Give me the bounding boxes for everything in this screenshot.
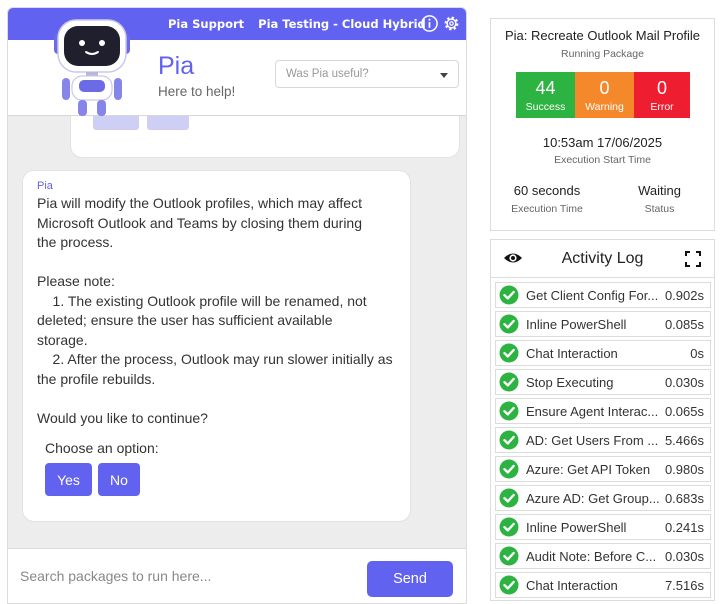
activity-log-item-name: Stop Executing: [526, 375, 614, 390]
error-label: Error: [650, 101, 674, 113]
check-circle-icon: [499, 343, 519, 363]
activity-log-item-name: Chat Interaction: [526, 346, 618, 361]
activity-log-item-time: 0.030s: [664, 375, 704, 390]
message-line: storage.: [37, 332, 88, 348]
error-count: 0: [656, 78, 667, 98]
message-line: Pia will modify the Outlook profiles, wh…: [37, 195, 362, 211]
success-count: 44: [535, 78, 556, 98]
message-sender: Pia: [37, 180, 53, 192]
activity-log-row[interactable]: Inline PowerShell 0.085s: [495, 311, 711, 337]
warning-count-box: 0 Warning: [575, 72, 634, 118]
message-line: the process.: [37, 234, 114, 250]
info-icon[interactable]: [420, 14, 439, 33]
check-circle-icon: [499, 517, 519, 537]
status-value: Waiting: [638, 183, 681, 198]
check-circle-icon: [499, 401, 519, 421]
activity-log-row[interactable]: Chat Interaction 0s: [495, 340, 711, 366]
activity-log-item-time: 7.516s: [664, 578, 704, 593]
activity-log-row[interactable]: Audit Note: Before C... 0.030s: [495, 543, 711, 569]
error-count-box: 0 Error: [634, 72, 690, 118]
success-count-box: 44 Success: [516, 72, 575, 118]
execution-time-label: Execution Time: [511, 203, 583, 215]
activity-log-row[interactable]: Ensure Agent Interac... 0.065s: [495, 398, 711, 424]
activity-log-item-time: 0.683s: [664, 491, 704, 506]
check-circle-icon: [499, 285, 519, 305]
activity-log-row[interactable]: Stop Executing 0.030s: [495, 369, 711, 395]
activity-log-item-name: Audit Note: Before C...: [526, 549, 657, 564]
check-circle-icon: [499, 488, 519, 508]
execution-time: 60 seconds: [513, 183, 581, 198]
activity-log-item-time: 0.902s: [664, 288, 704, 303]
check-circle-icon: [499, 459, 519, 479]
package-state: Running Package: [561, 48, 644, 60]
activity-log-item-time: 0.030s: [664, 549, 704, 564]
check-circle-icon: [499, 546, 519, 566]
assistant-message-bubble: Pia Pia will modify the Outlook profiles…: [22, 170, 411, 522]
activity-log-item-time: 0.980s: [664, 462, 704, 477]
previous-option-button[interactable]: [147, 116, 189, 130]
caret-down-icon: [440, 73, 448, 78]
status-label: Status: [644, 203, 675, 215]
activity-log-item-time: 5.466s: [664, 433, 704, 448]
tenant-link[interactable]: Pia Testing - Cloud Hybrid: [258, 17, 426, 31]
feedback-placeholder: Was Pia useful?: [286, 68, 369, 80]
message-line: Microsoft Outlook and Teams by closing t…: [37, 215, 363, 231]
previous-option-button[interactable]: [93, 116, 139, 130]
activity-log-row[interactable]: Chat Interaction 7.516s: [495, 572, 711, 598]
activity-log-item-name: Inline PowerShell: [526, 520, 627, 535]
execution-start-label: Execution Start Time: [554, 154, 651, 166]
feedback-select[interactable]: Was Pia useful?: [275, 60, 459, 88]
fullscreen-icon[interactable]: [685, 251, 701, 267]
activity-log-item-time: 0s: [690, 346, 704, 361]
activity-log-row[interactable]: Inline PowerShell 0.241s: [495, 514, 711, 540]
activity-log-item-name: Inline PowerShell: [526, 317, 627, 332]
activity-log-row[interactable]: Azure AD: Get Group... 0.683s: [495, 485, 711, 511]
gear-icon[interactable]: [442, 14, 461, 33]
activity-log-item-time: 0.085s: [664, 317, 704, 332]
check-circle-icon: [499, 430, 519, 450]
activity-log-item-time: 0.065s: [664, 404, 704, 419]
robot-mascot-icon: [54, 19, 130, 116]
package-title: Pia: Recreate Outlook Mail Profile: [504, 28, 701, 43]
pia-support-link[interactable]: Pia Support: [168, 17, 244, 31]
top-links: Pia Support Pia Testing - Cloud Hybrid: [168, 17, 436, 31]
assistant-name: Pia: [158, 52, 195, 80]
activity-log-item-name: Ensure Agent Interac...: [526, 404, 659, 419]
activity-log-item-time: 0.241s: [664, 520, 704, 535]
warning-count: 0: [599, 78, 610, 98]
activity-log-item-name: Get Client Config For...: [526, 288, 659, 303]
message-line: 2. After the process, Outlook may run sl…: [37, 351, 393, 367]
activity-log-title: Activity Log: [561, 250, 644, 267]
choose-option-label: Choose an option:: [45, 440, 159, 456]
activity-log-card: Activity Log Get Client Config For... 0.9…: [490, 239, 715, 601]
check-circle-icon: [499, 314, 519, 334]
activity-log-row[interactable]: AD: Get Users From ... 5.466s: [495, 427, 711, 453]
no-button[interactable]: No: [98, 463, 140, 496]
send-button[interactable]: Send: [367, 561, 453, 597]
message-line: Would you like to continue?: [37, 410, 208, 426]
execution-start-time: 10:53am 17/06/2025: [542, 135, 663, 150]
assistant-tagline: Here to help!: [158, 84, 236, 99]
activity-log-item-name: Chat Interaction: [526, 578, 618, 593]
check-circle-icon: [499, 372, 519, 392]
yes-button[interactable]: Yes: [45, 463, 92, 496]
chat-panel: Pia Support Pia Testing - Cloud Hybrid P…: [7, 7, 467, 604]
success-label: Success: [525, 101, 566, 113]
activity-log-row[interactable]: Azure: Get API Token 0.980s: [495, 456, 711, 482]
message-line: Please note:: [37, 273, 115, 289]
activity-log-item-name: AD: Get Users From ...: [526, 433, 659, 448]
activity-log-item-name: Azure AD: Get Group...: [526, 491, 660, 506]
message-line: 1. The existing Outlook profile will be …: [37, 293, 367, 309]
previous-message-bubble: [70, 116, 460, 158]
activity-log-header: Activity Log: [491, 240, 714, 278]
activity-log-row[interactable]: Get Client Config For... 0.902s: [495, 282, 711, 308]
check-circle-icon: [499, 575, 519, 595]
message-line: deleted; ensure the user has sufficient …: [37, 312, 333, 328]
chat-input-area: Send: [8, 548, 466, 603]
warning-label: Warning: [585, 101, 624, 113]
package-search-input[interactable]: [20, 565, 350, 587]
message-line: the profile rebuilds.: [37, 371, 156, 387]
package-status-card: Pia: Recreate Outlook Mail Profile Runni…: [490, 18, 715, 231]
activity-log-item-name: Azure: Get API Token: [526, 462, 651, 477]
